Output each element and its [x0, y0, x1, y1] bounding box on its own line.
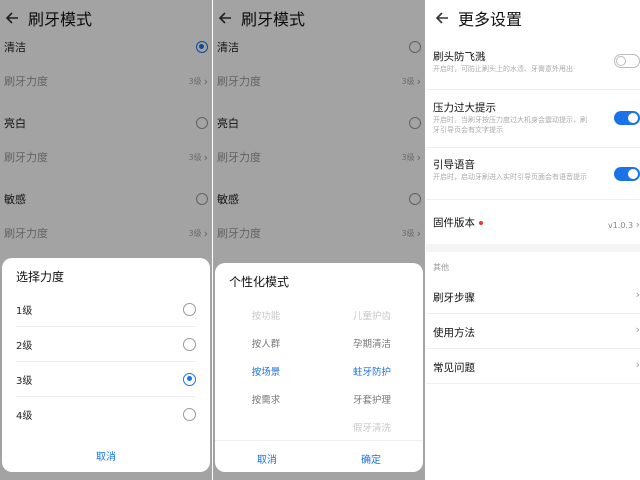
strength-screen: 刷牙模式 清洁刷牙力度3级›亮白刷牙力度3级›敏感刷牙力度3级› 选择力度 1级… [0, 0, 212, 480]
strength-option[interactable]: 1级 [16, 292, 196, 327]
option-label: 4级 [16, 407, 183, 422]
custom-mode-sheet: 个性化模式 按功能按人群按场景按需求 儿童护齿孕期清洁蛀牙防护牙套护理假牙清洗 … [215, 263, 423, 472]
sheet-title: 个性化模式 [215, 263, 423, 290]
settings-link[interactable]: 使用方法 › [426, 314, 640, 349]
link-label: 常见问题 [433, 360, 475, 375]
picker-item[interactable]: 牙套护理 [327, 387, 417, 415]
picker-item[interactable]: 按场景 [221, 359, 311, 387]
option-label: 3级 [16, 372, 183, 387]
top-bar: 更多设置 [426, 0, 640, 36]
chevron-right-icon: › [636, 218, 640, 231]
picker-left-column[interactable]: 按功能按人群按场景按需求 [221, 303, 311, 415]
firmware-version: v1.0.3 › [608, 218, 640, 231]
toggle-row-voice-guide: 引导语音 开启时，启动牙刷进入实时引导页面会有语音提示 [426, 148, 640, 200]
option-label: 2级 [16, 337, 183, 352]
cancel-button[interactable]: 取消 [2, 448, 210, 463]
divider [215, 440, 423, 441]
picker-item[interactable]: 孕期清洁 [327, 331, 417, 359]
voice-guide-toggle[interactable] [614, 167, 640, 181]
cancel-button[interactable]: 取消 [215, 451, 319, 466]
setting-description: 开启时，可防止刷头上的水渍、牙膏意外甩出 [433, 64, 590, 74]
custom-mode-screen: 刷牙模式 清洁刷牙力度3级›亮白刷牙力度3级›敏感刷牙力度3级› 个性化模式 按… [213, 0, 425, 480]
confirm-button[interactable]: 确定 [319, 451, 423, 466]
firmware-label-text: 固件版本 [433, 217, 475, 229]
option-radio[interactable] [183, 373, 196, 386]
picker-item[interactable]: 按功能 [221, 303, 311, 331]
mode-picker[interactable]: 按功能按人群按场景按需求 儿童护齿孕期清洁蛀牙防护牙套护理假牙清洗 [215, 303, 423, 433]
strength-option[interactable]: 2级 [16, 327, 196, 362]
pressure-alert-toggle[interactable] [614, 111, 640, 125]
back-arrow-icon[interactable] [434, 10, 450, 26]
setting-title: 刷头防飞溅 [433, 49, 486, 64]
more-settings-screen: 更多设置 刷头防飞溅 开启时，可防止刷头上的水渍、牙膏意外甩出 压力过大提示 开… [426, 0, 640, 480]
setting-description: 开启时，启动牙刷进入实时引导页面会有语音提示 [433, 172, 590, 182]
picker-right-column[interactable]: 儿童护齿孕期清洁蛀牙防护牙套护理假牙清洗 [327, 303, 417, 443]
picker-item[interactable]: 按人群 [221, 331, 311, 359]
strength-sheet: 选择力度 1级 2级 3级 4级 取消 [2, 258, 210, 472]
setting-title: 压力过大提示 [433, 100, 496, 115]
settings-link[interactable]: 刷牙步骤 › [426, 279, 640, 314]
settings-link[interactable]: 常见问题 › [426, 349, 640, 384]
firmware-row[interactable]: 固件版本 v1.0.3 › [426, 200, 640, 244]
option-label: 1级 [16, 302, 183, 317]
chevron-right-icon: › [636, 288, 640, 301]
picker-item[interactable]: 儿童护齿 [327, 303, 417, 331]
strength-option[interactable]: 3级 [16, 362, 196, 397]
strength-option[interactable]: 4级 [16, 397, 196, 432]
firmware-version-text: v1.0.3 [608, 221, 633, 230]
toggle-row-anti-splash: 刷头防飞溅 开启时，可防止刷头上的水渍、牙膏意外甩出 [426, 36, 640, 90]
update-dot-icon [479, 221, 483, 225]
setting-title: 引导语音 [433, 157, 475, 172]
firmware-label: 固件版本 [433, 215, 483, 230]
picker-item[interactable]: 按需求 [221, 387, 311, 415]
link-label: 刷牙步骤 [433, 290, 475, 305]
chevron-right-icon: › [636, 358, 640, 371]
option-radio[interactable] [183, 303, 196, 316]
section-gap [426, 244, 640, 252]
picker-item[interactable]: 蛀牙防护 [327, 359, 417, 387]
chevron-right-icon: › [636, 323, 640, 336]
option-radio[interactable] [183, 408, 196, 421]
setting-description: 开启时，当刷牙按压力度过大机身会震动提示，刷牙引导页会有文字提示 [433, 115, 590, 135]
picker-item[interactable]: 假牙清洗 [327, 415, 417, 443]
link-label: 使用方法 [433, 325, 475, 340]
option-radio[interactable] [183, 338, 196, 351]
page-title: 更多设置 [458, 6, 522, 30]
section-label: 其他 [433, 262, 449, 273]
toggle-row-pressure-alert: 压力过大提示 开启时，当刷牙按压力度过大机身会震动提示，刷牙引导页会有文字提示 [426, 90, 640, 148]
sheet-title: 选择力度 [2, 258, 210, 285]
anti-splash-toggle[interactable] [614, 54, 640, 68]
